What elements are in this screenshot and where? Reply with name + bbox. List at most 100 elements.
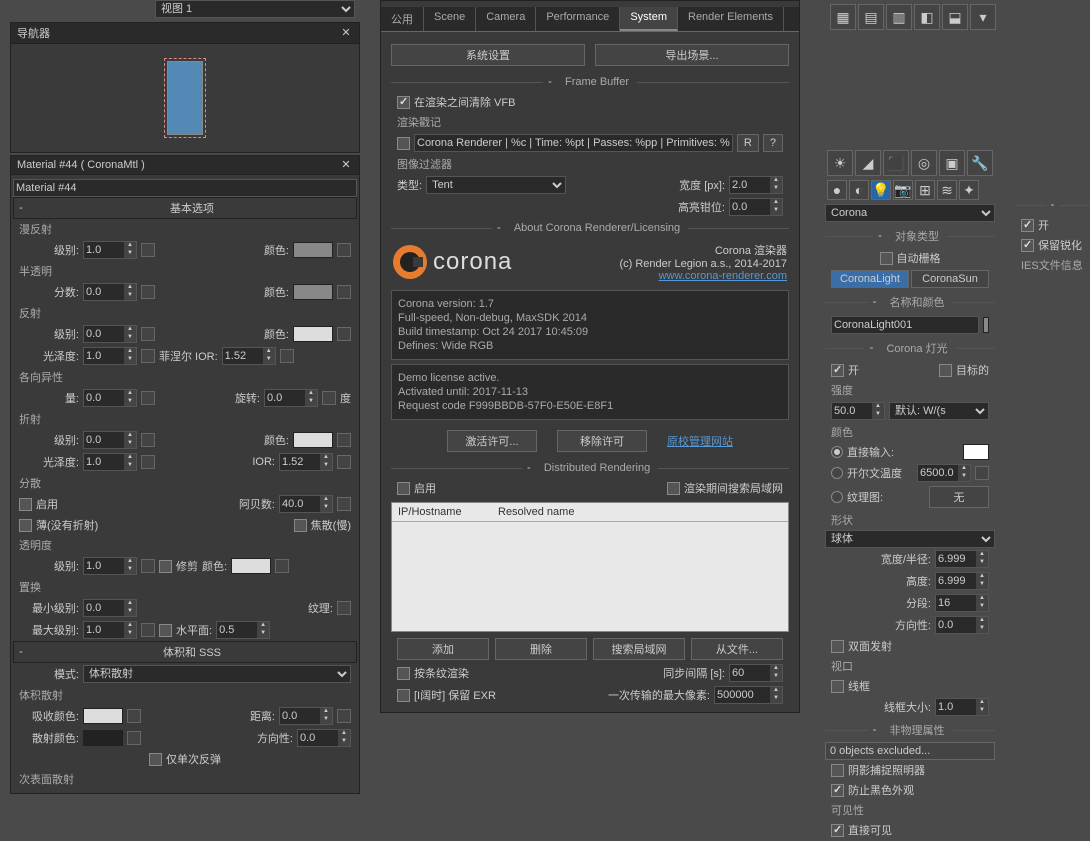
map-button[interactable] (337, 709, 351, 723)
corona-light-button[interactable]: CoronaLight (831, 270, 909, 288)
gloss-spinner[interactable]: ▲▼ (83, 347, 137, 365)
texmap-radio[interactable] (831, 491, 843, 503)
search-lan-checkbox[interactable] (667, 482, 680, 495)
light-color[interactable] (963, 444, 989, 460)
spacewarps-icon[interactable]: ≋ (937, 180, 957, 200)
thin-checkbox[interactable] (19, 519, 32, 532)
collapse-icon[interactable]: - (873, 230, 887, 242)
intensity-unit-select[interactable]: 默认: W/(s (889, 402, 989, 420)
tab-performance[interactable]: Performance (536, 7, 620, 31)
collapse-icon[interactable]: - (868, 296, 882, 308)
shapes-icon[interactable]: ◐ (849, 180, 869, 200)
modify-icon[interactable]: ◢ (855, 150, 881, 176)
kelvin-spinner[interactable]: ▲▼ (917, 464, 971, 482)
map-button[interactable] (337, 497, 351, 511)
refl-level-spinner[interactable]: ▲▼ (83, 325, 137, 343)
enable-dr-checkbox[interactable] (397, 482, 410, 495)
motion-icon[interactable]: ◎ (911, 150, 937, 176)
clamp-spinner[interactable]: ▲▼ (729, 198, 783, 216)
stamp-help-button[interactable]: ? (763, 134, 783, 152)
keep-sharp-checkbox[interactable] (1021, 239, 1034, 252)
map-button[interactable] (141, 433, 155, 447)
clip-checkbox[interactable] (159, 560, 172, 573)
tab-elements[interactable]: Render Elements (678, 7, 784, 31)
excluded-button[interactable]: 0 objects excluded... (825, 742, 995, 760)
transl-color[interactable] (293, 284, 333, 300)
keep-exr-checkbox[interactable] (397, 689, 410, 702)
map-button[interactable] (141, 243, 155, 257)
aniso-rot-spinner[interactable]: ▲▼ (264, 389, 318, 407)
add-button[interactable]: 添加 (397, 638, 489, 660)
tab-camera[interactable]: Camera (476, 7, 536, 31)
ior-spinner[interactable]: ▲▼ (222, 347, 276, 365)
map-button[interactable] (141, 349, 155, 363)
license-manage-link[interactable]: 原校管理网站 (667, 433, 733, 449)
stamp-checkbox[interactable] (397, 137, 410, 150)
tool-icon-6[interactable]: ▾ (970, 4, 996, 30)
map-button[interactable] (337, 327, 351, 341)
prevent-black-checkbox[interactable] (831, 784, 844, 797)
collapse-icon[interactable]: - (868, 724, 882, 736)
export-scene-button[interactable]: 导出场景... (595, 44, 789, 66)
map-button[interactable] (280, 349, 294, 363)
texture-button[interactable] (337, 601, 351, 615)
collapse-icon[interactable]: - (1046, 199, 1060, 211)
tool-icon-4[interactable]: ◧ (914, 4, 940, 30)
opa-color[interactable] (231, 558, 271, 574)
map-button[interactable] (127, 731, 141, 745)
hierarchy-icon[interactable]: ⬛ (883, 150, 909, 176)
texmap-button[interactable]: 无 (929, 486, 989, 508)
absorb-color[interactable] (83, 708, 123, 724)
activate-license-button[interactable]: 激活许可... (447, 430, 537, 452)
object-name-field[interactable] (831, 316, 979, 334)
object-color[interactable] (983, 317, 989, 333)
corona-website-link[interactable]: www.corona-renderer.com (522, 270, 787, 282)
tool-icon-2[interactable]: ▤ (858, 4, 884, 30)
shape-select[interactable]: 球体 (825, 530, 995, 548)
direct-visible-checkbox[interactable] (831, 824, 844, 837)
dist-spinner[interactable]: ▲▼ (279, 707, 333, 725)
double-sided-checkbox[interactable] (831, 640, 844, 653)
map-button[interactable] (141, 455, 155, 469)
stamp-text-field[interactable] (414, 134, 733, 152)
map-button[interactable] (975, 466, 989, 480)
enable-checkbox[interactable] (19, 498, 32, 511)
abbe-spinner[interactable]: ▲▼ (279, 495, 333, 513)
collapse-icon[interactable]: - (14, 202, 28, 214)
direct-input-radio[interactable] (831, 446, 843, 458)
cameras-icon[interactable]: 📷 (893, 180, 913, 200)
systems-icon[interactable]: ✦ (959, 180, 979, 200)
map-button[interactable] (141, 623, 155, 637)
max-level-spinner[interactable]: ▲▼ (83, 621, 137, 639)
utilities-icon[interactable]: 🔧 (967, 150, 993, 176)
diffuse-level-spinner[interactable]: ▲▼ (83, 241, 137, 259)
tab-scene[interactable]: Scene (424, 7, 476, 31)
close-icon[interactable]: ✕ (339, 158, 353, 172)
shadow-catcher-checkbox[interactable] (831, 764, 844, 777)
helpers-icon[interactable]: ⊞ (915, 180, 935, 200)
refr-color[interactable] (293, 432, 333, 448)
map-button[interactable] (141, 391, 155, 405)
sss-mode-select[interactable]: 体积散射 (83, 665, 351, 683)
scatter-color[interactable] (83, 730, 123, 746)
map-button[interactable] (141, 285, 155, 299)
sun-icon[interactable]: ☀ (827, 150, 853, 176)
on-checkbox[interactable] (831, 364, 844, 377)
tab-common[interactable]: 公用 (381, 7, 424, 31)
map-button[interactable] (337, 285, 351, 299)
collapse-icon[interactable]: - (522, 462, 536, 474)
clear-vfb-checkbox[interactable] (397, 96, 410, 109)
refr-level-spinner[interactable]: ▲▼ (83, 431, 137, 449)
search-lan-button[interactable]: 搜索局域网 (593, 638, 685, 660)
diffuse-color[interactable] (293, 242, 333, 258)
map-button[interactable] (275, 559, 289, 573)
intensity-spinner[interactable]: ▲▼ (831, 402, 885, 420)
sdir-spinner[interactable]: ▲▼ (935, 616, 989, 634)
remove-license-button[interactable]: 移除许可 (557, 430, 647, 452)
stamp-reset-button[interactable]: R (737, 134, 759, 152)
map-button[interactable] (337, 455, 351, 469)
seq-render-checkbox[interactable] (397, 667, 410, 680)
geometry-icon[interactable]: ● (827, 180, 847, 200)
kelvin-radio[interactable] (831, 467, 843, 479)
wire-size-spinner[interactable]: ▲▼ (935, 698, 989, 716)
